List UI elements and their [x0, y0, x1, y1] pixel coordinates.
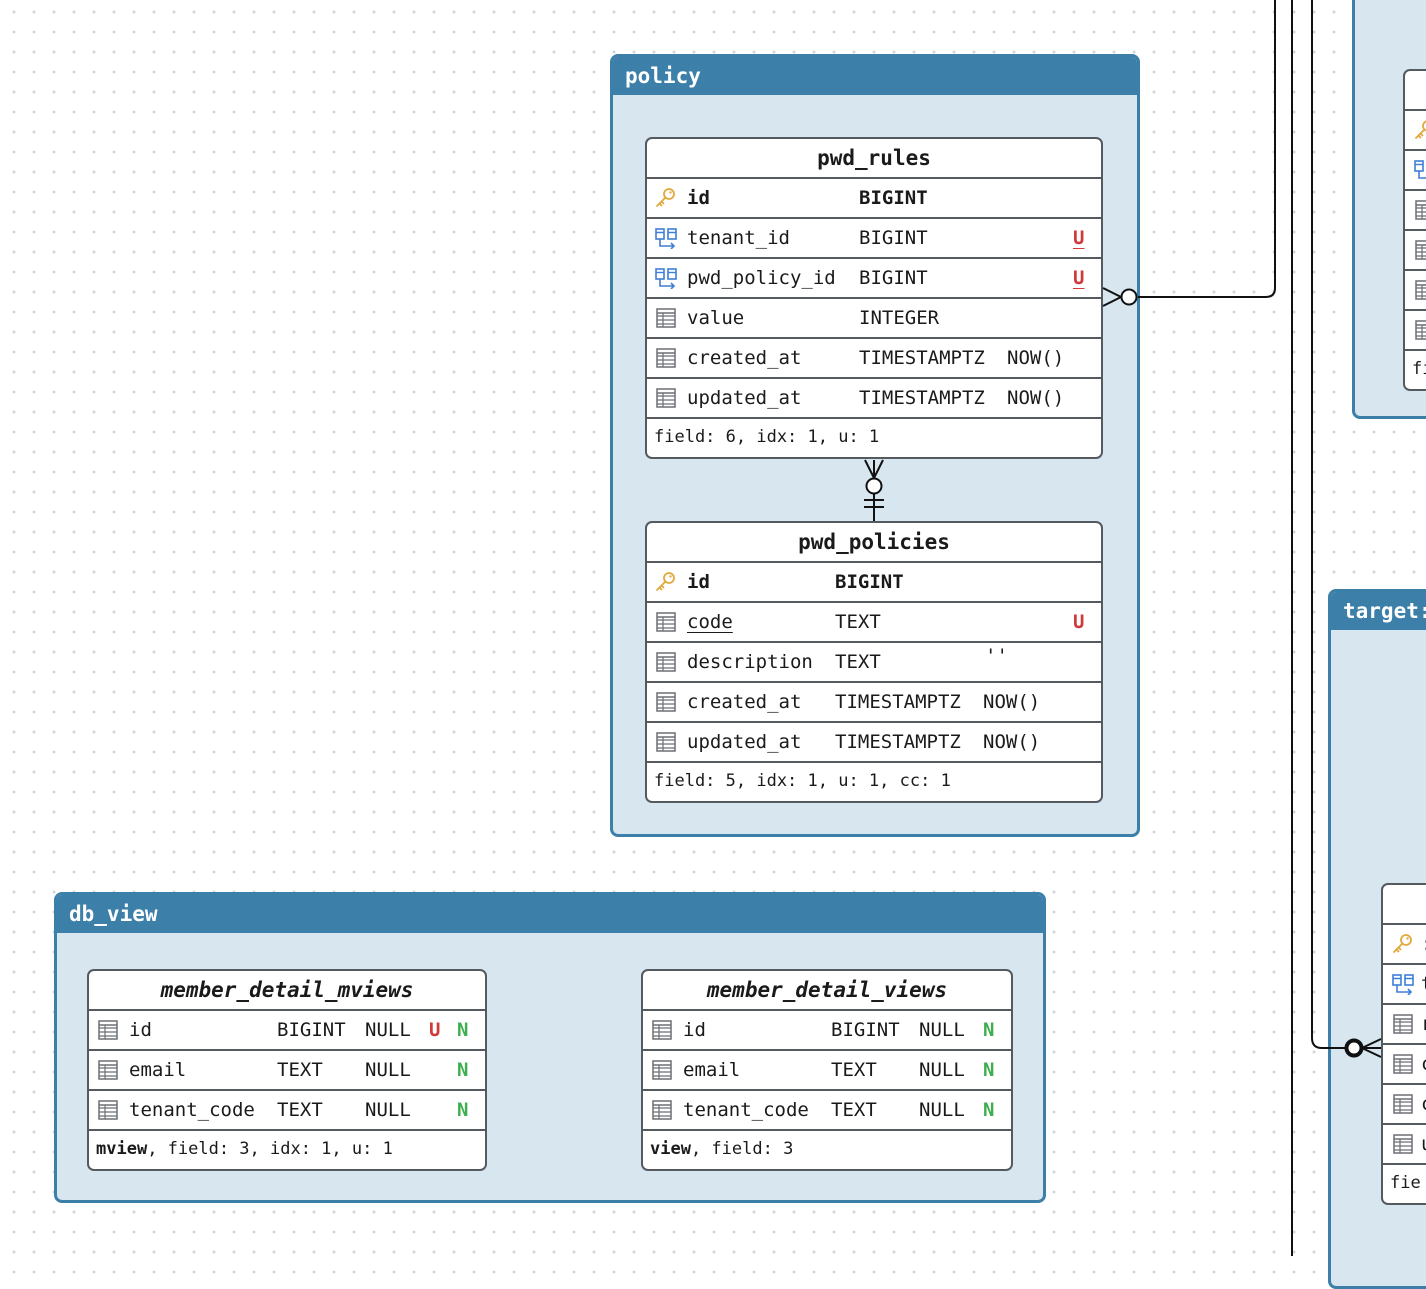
edge-pwd-rules-pwd-policies[interactable]	[864, 459, 884, 521]
edge-right-target[interactable]	[1291, 0, 1382, 1256]
relationship-layer	[864, 0, 1382, 1256]
edge-right-target-marker	[1344, 1038, 1364, 1058]
edge-pwd-rules-right[interactable]	[1102, 0, 1276, 307]
